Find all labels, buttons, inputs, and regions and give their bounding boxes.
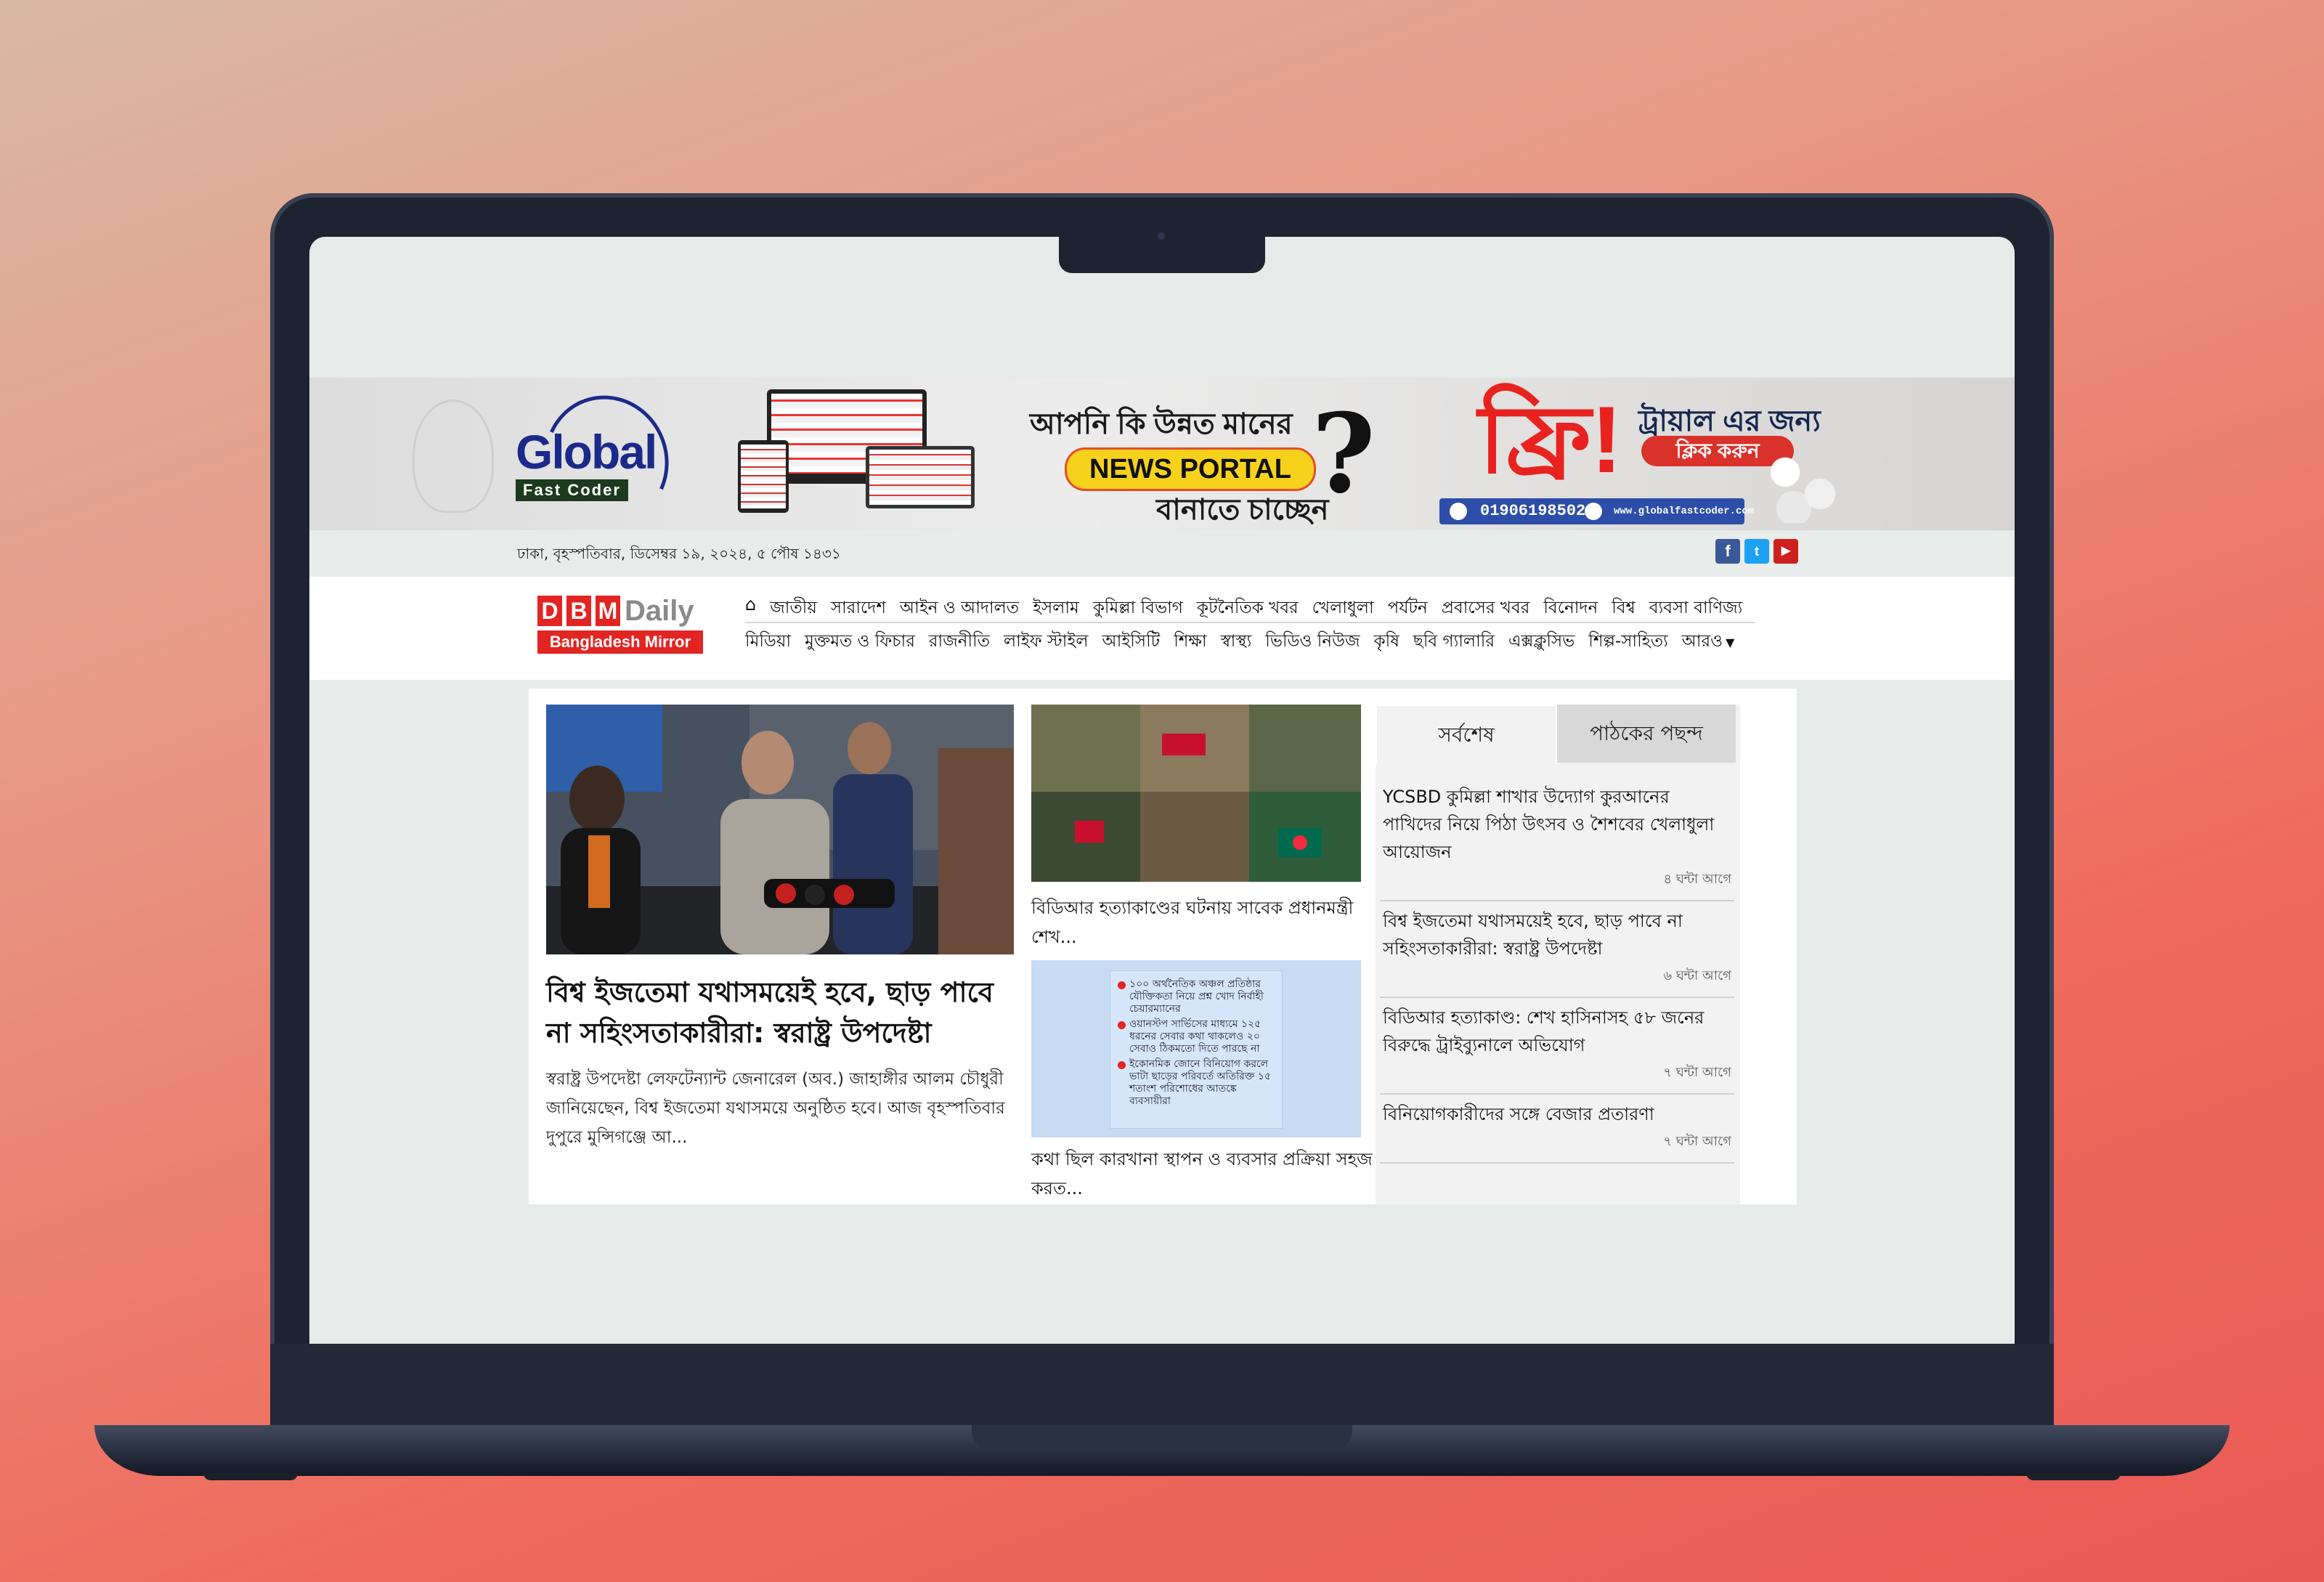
ad-free-text: ফ্রি! xyxy=(1479,386,1622,492)
nav-item[interactable]: এক্সক্লুসিভ xyxy=(1508,628,1575,656)
devices-illustration xyxy=(738,389,978,520)
ad-phone-number: 01906198502 xyxy=(1480,502,1586,520)
side-story-title[interactable]: বিডিআর হত্যাকাণ্ডের ঘটনায় সাবেক প্রধানম… xyxy=(1031,893,1373,952)
ad-banner[interactable]: Global Fast Coder আপনি কি উন্নত মানের NE… xyxy=(309,378,2015,543)
nav-item[interactable]: ভিডিও নিউজ xyxy=(1265,628,1360,656)
laptop-bezel-bottom xyxy=(270,1344,2054,1428)
infographic-point: ওয়ানস্টপ সার্ভিসের মাধ্যমে ১২৫ ধরনের সে… xyxy=(1110,1018,1282,1055)
news-time: ৭ ঘন্টা আগে xyxy=(1663,1065,1731,1080)
lead-story-title[interactable]: বিশ্ব ইজতেমা যথাসময়েই হবে, ছাড় পাবে না… xyxy=(546,972,1018,1053)
site-logo[interactable]: D B M Daily Bangladesh Mirror xyxy=(537,596,704,658)
list-item[interactable]: YCSBD কুমিল্লা শাখার উদ্যোগ কুরআনের পাখি… xyxy=(1380,777,1734,901)
nav-divider xyxy=(745,622,1755,623)
infographic-point: ১০০ অর্থনৈতিক অঞ্চল প্রতিষ্ঠার যৌক্তিকতা… xyxy=(1110,978,1282,1015)
ad-contact-bar: 01906198502 www.globalfastcoder.com xyxy=(1439,498,1754,524)
laptop-hinge-notch xyxy=(972,1425,1352,1451)
nav-item[interactable]: আইসিটি xyxy=(1102,628,1161,656)
latest-news-list: YCSBD কুমিল্লা শাখার উদ্যোগ কুরআনের পাখি… xyxy=(1380,777,1734,1164)
news-title: বিডিআর হত্যাকাণ্ড: শেখ হাসিনাসহ ৫৮ জনের … xyxy=(1383,1007,1705,1055)
content-area: বিশ্ব ইজতেমা যথাসময়েই হবে, ছাড় পাবে না… xyxy=(529,689,1797,1204)
caret-down-icon: ▼ xyxy=(1726,636,1735,649)
lightbulb-icon xyxy=(413,399,494,513)
nav-row-1: ⌂ জাতীয় সারাদেশ আইন ও আদালত ইসলাম কুমিল… xyxy=(745,594,1742,622)
logo-fast-coder-text: Fast Coder xyxy=(516,479,628,501)
nav-more-dropdown[interactable]: আরও ▼ xyxy=(1682,628,1735,656)
infographic-point: ইকোনমিক জোনে বিনিয়োগ করলে ভাটা ছাড়ের প… xyxy=(1110,1058,1282,1108)
nav-item[interactable]: লাইফ স্টাইল xyxy=(1004,628,1089,656)
main-navbar: D B M Daily Bangladesh Mirror ⌂ জাতীয় স… xyxy=(309,577,2015,680)
nav-item[interactable]: শিল্প-সাহিত্য xyxy=(1588,628,1667,656)
nav-item[interactable]: স্বাস্থ্য xyxy=(1221,628,1252,656)
nav-item[interactable]: শিক্ষা xyxy=(1174,628,1207,656)
news-time: ৪ ঘন্টা আগে xyxy=(1663,872,1731,887)
twitter-icon[interactable]: t xyxy=(1744,539,1769,564)
nav-item[interactable]: প্রবাসের খবর xyxy=(1442,594,1530,622)
list-item[interactable]: বিশ্ব ইজতেমা যথাসময়েই হবে, ছাড় পাবে না… xyxy=(1380,901,1734,998)
current-date: ঢাকা, বৃহস্পতিবার, ডিসেম্বর ১৯, ২০২৪, ৫ … xyxy=(517,545,841,562)
news-title: বিশ্ব ইজতেমা যথাসময়েই হবে, ছাড় পাবে না… xyxy=(1383,911,1683,959)
nav-item[interactable]: কুমিল্লা বিভাগ xyxy=(1093,594,1183,622)
ad-news-portal: NEWS PORTAL xyxy=(1065,447,1316,491)
laptop-foot xyxy=(203,1473,298,1480)
nav-item[interactable]: ব্যবসা বাণিজ্য xyxy=(1649,594,1743,622)
list-item[interactable]: বিডিআর হত্যাকাণ্ড: শেখ হাসিনাসহ ৫৮ জনের … xyxy=(1380,998,1734,1095)
nav-item[interactable]: মুক্তমত ও ফিচার xyxy=(805,628,915,656)
logo-letter-m: M xyxy=(596,596,620,626)
logo-name: Bangladesh Mirror xyxy=(537,630,703,654)
news-tabs-panel: সর্বশেষ পাঠকের পছন্দ YCSBD কুমিল্লা শাখা… xyxy=(1376,705,1740,1204)
lead-story-summary: স্বরাষ্ট্র উপদেষ্টা লেফটেন্যান্ট জেনারেল… xyxy=(546,1070,1005,1147)
tab-latest[interactable]: সর্বশেষ xyxy=(1376,705,1557,764)
logo-letter-b: B xyxy=(566,596,591,626)
news-time: ৭ ঘন্টা আগে xyxy=(1663,1134,1731,1149)
nav-item[interactable]: ইসলাম xyxy=(1033,594,1079,622)
logo-global-text: Global xyxy=(516,425,657,479)
nav-item[interactable]: ছবি গ্যালারি xyxy=(1413,628,1495,656)
ad-question-line2: বানাতে চাচ্ছেন xyxy=(1156,494,1329,526)
laptop-foot xyxy=(2026,1473,2121,1480)
top-bar: ঢাকা, বৃহস্পতিবার, ডিসেম্বর ১৯, ২০২৪, ৫ … xyxy=(309,530,2015,577)
logo-letter-d: D xyxy=(537,596,562,626)
home-icon[interactable]: ⌂ xyxy=(745,594,756,622)
question-mark-icon: ? xyxy=(1312,390,1376,518)
news-time: ৬ ঘন্টা আগে xyxy=(1663,968,1731,983)
side-story-title[interactable]: কথা ছিল কারখানা স্থাপন ও ব্যবসার প্রক্রি… xyxy=(1031,1145,1373,1203)
tab-popular[interactable]: পাঠকের পছন্দ xyxy=(1557,705,1736,763)
nav-more-label: আরও xyxy=(1681,632,1723,651)
facebook-icon[interactable]: f xyxy=(1715,539,1740,564)
logo-daily: Daily xyxy=(625,595,694,627)
globe-icon xyxy=(1585,503,1602,520)
youtube-icon[interactable]: ▶ xyxy=(1774,539,1798,564)
laptop-icon xyxy=(866,446,975,508)
nav-item[interactable]: মিডিয়া xyxy=(745,628,791,656)
ad-question-line1: আপনি কি উন্নত মানের xyxy=(1030,408,1293,440)
nav-item[interactable]: কৃষি xyxy=(1374,628,1399,656)
nav-item[interactable]: বিনোদন xyxy=(1543,594,1598,622)
screen-notch xyxy=(1059,237,1265,273)
lead-story-image[interactable] xyxy=(546,705,1014,954)
nav-item[interactable]: আইন ও আদালত xyxy=(900,594,1019,622)
tablet-icon xyxy=(738,440,789,513)
nav-item[interactable]: পর্যটন xyxy=(1388,594,1428,622)
nav-item[interactable]: কূটনৈতিক খবর xyxy=(1197,594,1299,622)
nav-item[interactable]: সারাদেশ xyxy=(831,594,886,622)
side-story-image[interactable] xyxy=(1031,705,1361,882)
nav-item[interactable]: জাতীয় xyxy=(770,594,817,622)
side-story-infographic[interactable]: ১০০ অর্থনৈতিক অঞ্চল প্রতিষ্ঠার যৌক্তিকতা… xyxy=(1031,960,1361,1137)
list-item[interactable]: বিনিয়োগকারীদের সঙ্গে বেজার প্রতারণা ৭ ঘ… xyxy=(1380,1095,1734,1164)
camera-icon xyxy=(1158,232,1165,240)
infographic-card: ১০০ অর্থনৈতিক অঞ্চল প্রতিষ্ঠার যৌক্তিকতা… xyxy=(1110,970,1283,1129)
coins-decoration xyxy=(1759,450,1846,523)
nav-item[interactable]: রাজনীতি xyxy=(929,628,990,656)
nav-row-2: মিডিয়া মুক্তমত ও ফিচার রাজনীতি লাইফ স্ট… xyxy=(745,628,1734,656)
ad-website: www.globalfastcoder.com xyxy=(1614,506,1755,517)
screen: Global Fast Coder আপনি কি উন্নত মানের NE… xyxy=(309,237,2015,1344)
global-fast-coder-logo: Global Fast Coder xyxy=(513,378,687,543)
nav-item[interactable]: বিশ্ব xyxy=(1612,594,1636,622)
news-title: YCSBD কুমিল্লা শাখার উদ্যোগ কুরআনের পাখি… xyxy=(1383,787,1715,862)
nav-item[interactable]: খেলাধুলা xyxy=(1312,594,1374,622)
news-title: বিনিয়োগকারীদের সঙ্গে বেজার প্রতারণা xyxy=(1383,1104,1654,1124)
phone-icon xyxy=(1450,503,1467,520)
